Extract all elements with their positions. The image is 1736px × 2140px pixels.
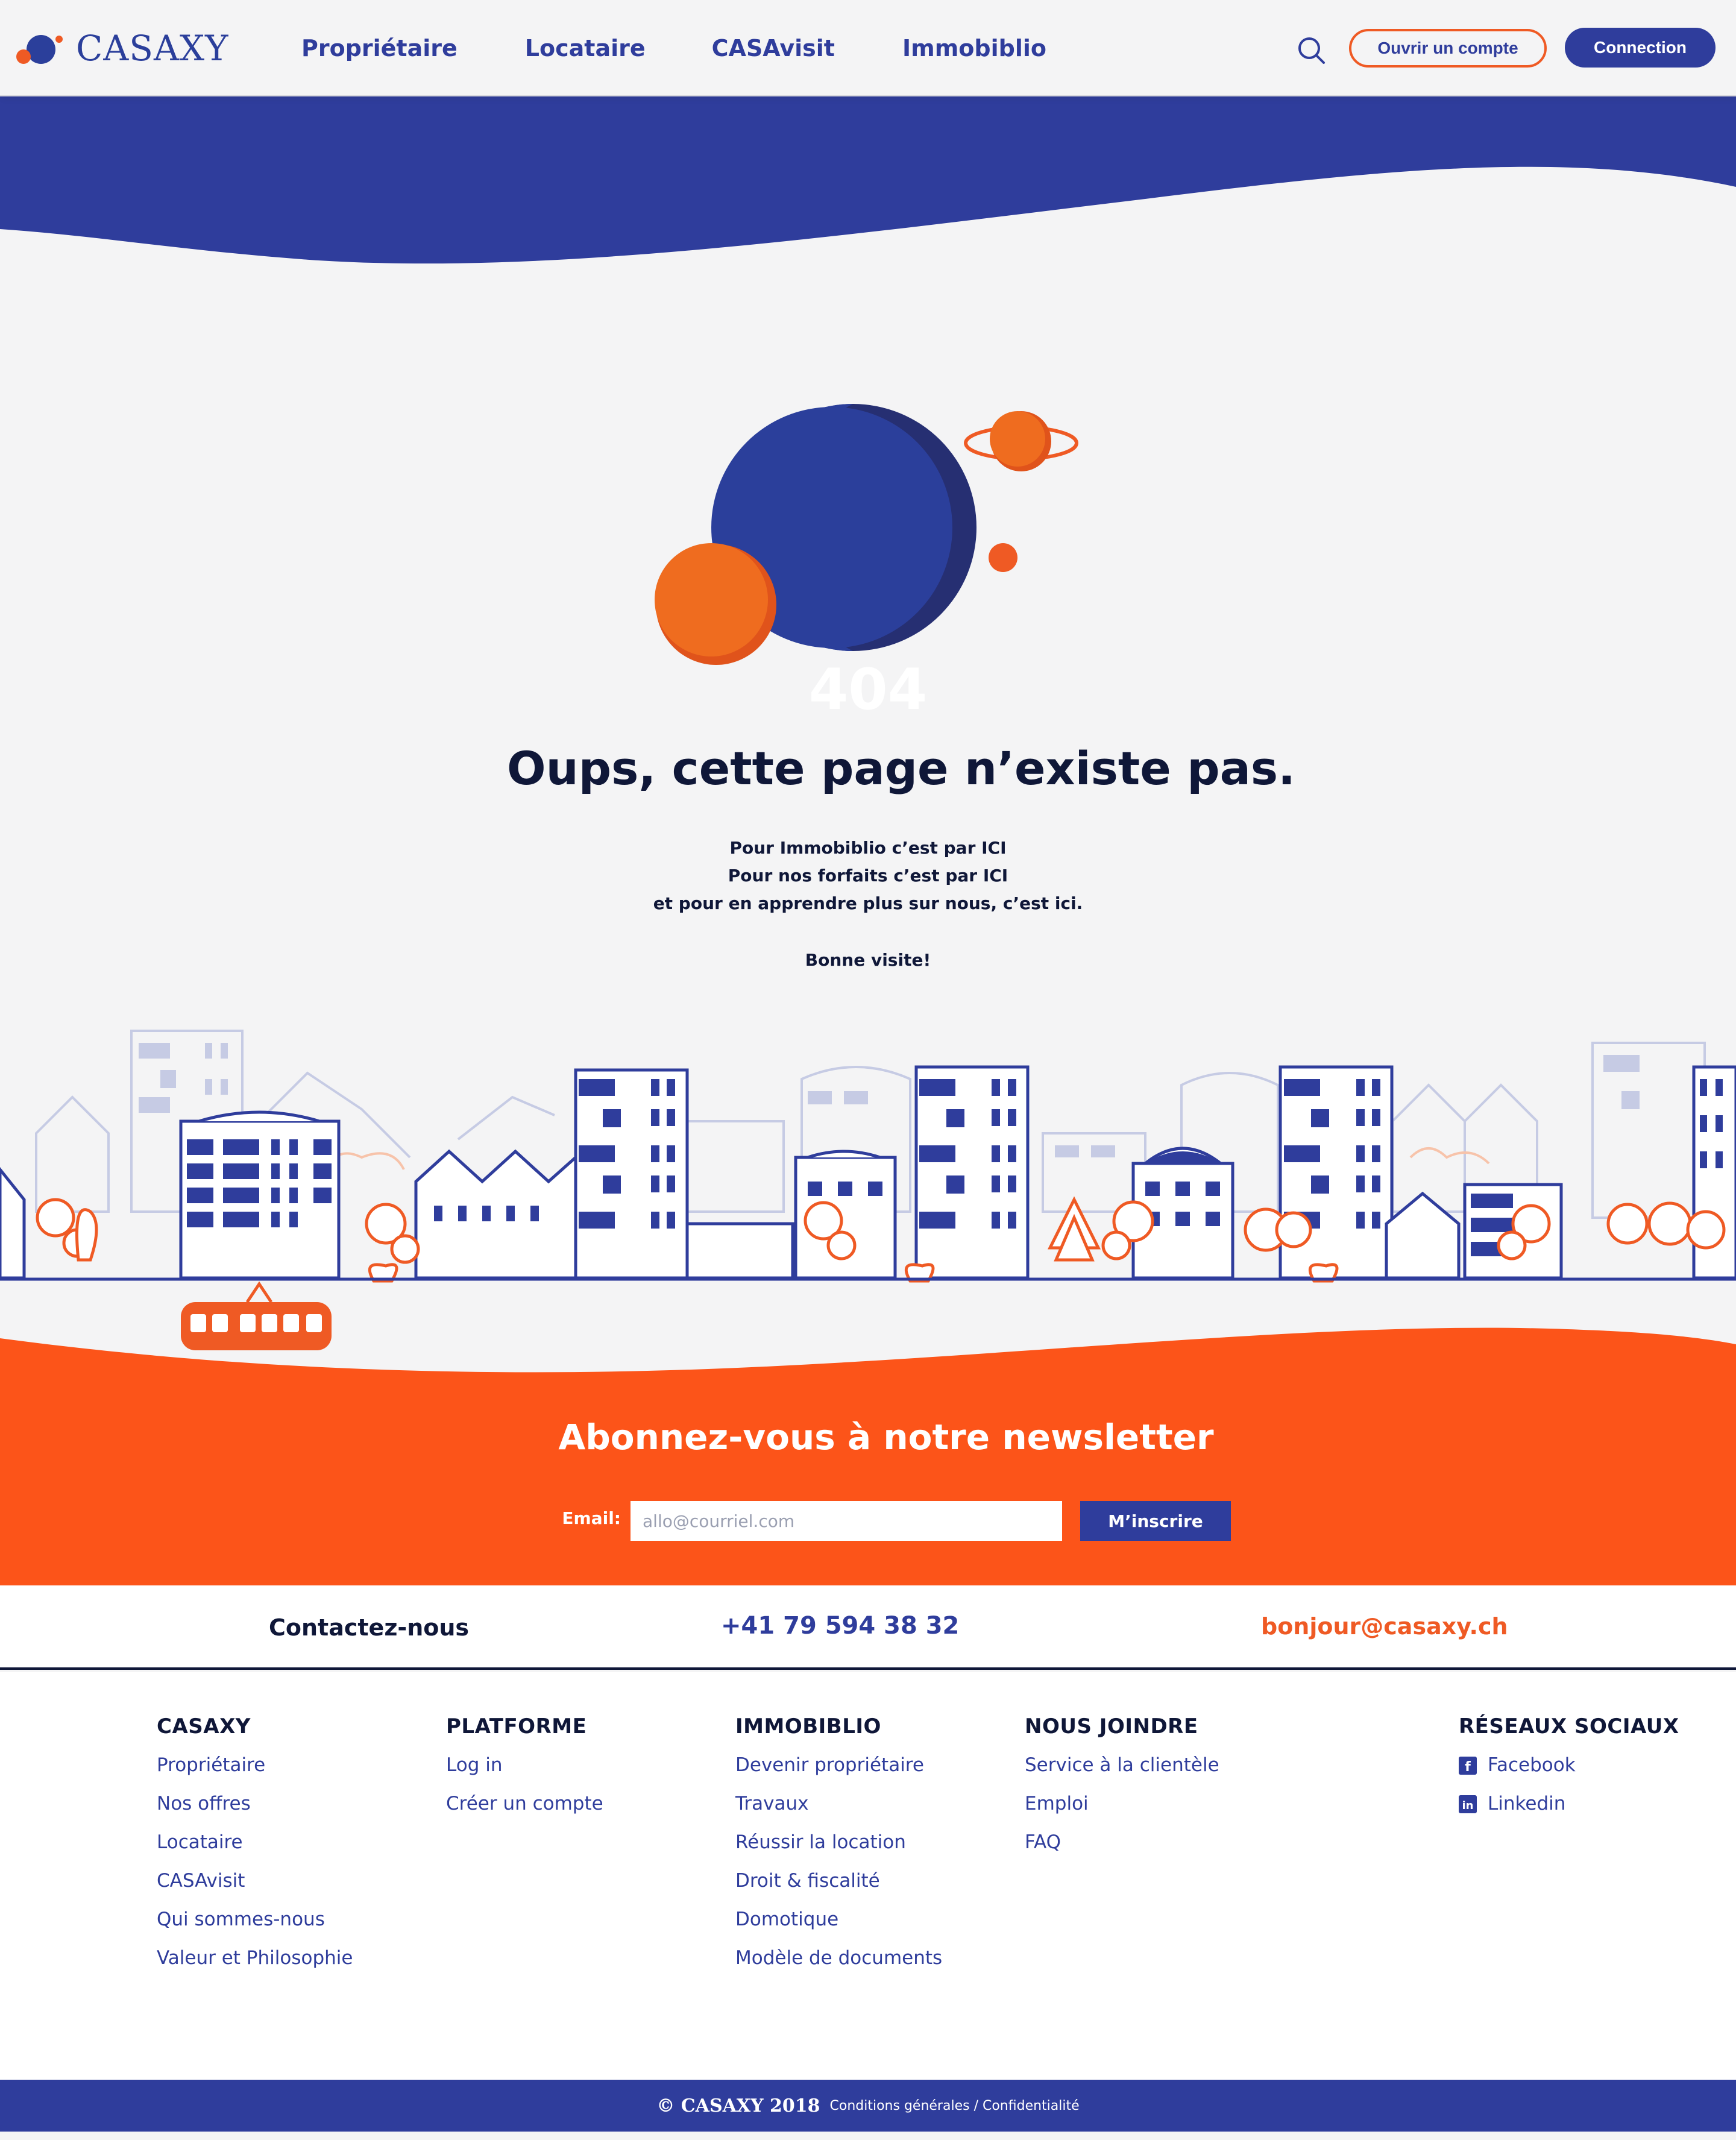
footer-col-title: NOUS JOINDRE [1025, 1714, 1198, 1739]
connection-button[interactable]: Connection [1565, 28, 1716, 68]
footer-link[interactable]: Travaux [735, 1792, 942, 1830]
nav-casavisit[interactable]: CASAvisit [712, 30, 835, 66]
footer-link[interactable]: Service à la clientèle [1025, 1753, 1219, 1792]
footer-col-title: PLATFORME [446, 1714, 587, 1739]
contact-label: Contactez-nous [269, 1614, 470, 1641]
footer-link[interactable]: Domotique [735, 1907, 942, 1946]
footer-col-title: CASAXY [157, 1714, 251, 1739]
linkedin-label: Linkedin [1488, 1793, 1566, 1814]
contact-email-link[interactable]: bonjour@casaxy.ch [1261, 1613, 1508, 1640]
signoff: Bonne visite! [805, 950, 931, 970]
facebook-icon: f [1459, 1757, 1477, 1775]
terms-link[interactable]: Conditions générales [830, 2098, 970, 2113]
nav-immobiblio[interactable]: Immobiblio [902, 30, 1046, 66]
footer-col-immobiblio: IMMOBIBLIO Devenir propriétaire Travaux … [735, 1714, 942, 1984]
error-line[interactable]: Pour nos forfaits c’est par ICI [482, 862, 1254, 890]
facebook-label: Facebook [1488, 1754, 1576, 1776]
error-message: Pour Immobiblio c’est par ICI Pour nos f… [482, 834, 1254, 917]
site-footer: CASAXY Propriétaire Nos offres Locataire… [0, 1672, 1736, 2080]
footer-link[interactable]: Qui sommes-nous [157, 1907, 353, 1946]
footer-col-title: RÉSEAUX SOCIAUX [1459, 1714, 1679, 1739]
footer-link[interactable]: Emploi [1025, 1792, 1219, 1830]
newsletter-email-input[interactable] [631, 1501, 1062, 1541]
footer-link[interactable]: Créer un compte [446, 1792, 603, 1830]
error-line[interactable]: Pour Immobiblio c’est par ICI [482, 834, 1254, 862]
site-header: CASAXY Propriétaire Locataire CASAvisit … [0, 0, 1736, 96]
footer-link[interactable]: FAQ [1025, 1830, 1219, 1869]
footer-link[interactable]: Devenir propriétaire [735, 1753, 942, 1792]
nav-proprietaire[interactable]: Propriétaire [301, 30, 458, 66]
legal-separator: / [969, 2098, 983, 2113]
logo[interactable]: CASAXY [14, 23, 228, 74]
search-icon [1298, 37, 1325, 64]
footer-link[interactable]: Droit & fiscalité [735, 1869, 942, 1907]
footer-link[interactable]: Valeur et Philosophie [157, 1946, 353, 1984]
privacy-link[interactable]: Confidentialité [983, 2098, 1080, 2113]
copyright-text: © CASAXY 2018 [656, 2095, 820, 2116]
linkedin-icon: in [1459, 1795, 1477, 1813]
nav-locataire[interactable]: Locataire [525, 30, 646, 66]
email-label: Email: [562, 1508, 621, 1528]
main-nav: Propriétaire Locataire CASAvisit Immobib… [301, 30, 1114, 66]
error-line[interactable]: et pour en apprendre plus sur nous, c’es… [482, 890, 1254, 917]
footer-col-nous-joindre: NOUS JOINDRE Service à la clientèle Empl… [1025, 1714, 1219, 1869]
contact-band: Contactez-nous +41 79 594 38 32 bonjour@… [0, 1585, 1736, 1670]
logo-planets-icon [16, 35, 63, 64]
search-button[interactable] [1295, 34, 1329, 68]
footer-link[interactable]: CASAvisit [157, 1869, 353, 1907]
footer-link[interactable]: Réussir la location [735, 1830, 942, 1869]
footer-link[interactable]: Propriétaire [157, 1753, 353, 1792]
newsletter-title: Abonnez-vous à notre newsletter [558, 1417, 1214, 1458]
city-skyline-illustration [0, 1030, 1736, 1350]
footer-link[interactable]: Modèle de documents [735, 1946, 942, 1984]
blue-wave-decoration [0, 96, 1736, 264]
footer-col-reseaux-sociaux: RÉSEAUX SOCIAUX f Facebook in Linkedin [1459, 1714, 1679, 1830]
planet-404-illustration [655, 404, 1078, 665]
subscribe-button[interactable]: M’inscrire [1080, 1501, 1231, 1541]
footer-col-platforme: PLATFORME Log in Créer un compte [446, 1714, 603, 1830]
contact-phone-link[interactable]: +41 79 594 38 32 [721, 1612, 959, 1640]
footer-link[interactable]: Nos offres [157, 1792, 353, 1830]
facebook-link[interactable]: f Facebook [1459, 1753, 1679, 1792]
footer-col-title: IMMOBIBLIO [735, 1714, 881, 1739]
legal-links: Conditions générales / Confidentialité [830, 2098, 1080, 2113]
error-heading: Oups, cette page n’existe pas. [507, 741, 1295, 795]
linkedin-link[interactable]: in Linkedin [1459, 1792, 1679, 1830]
copyright-bar: © CASAXY 2018 Conditions générales / Con… [0, 2080, 1736, 2132]
footer-link[interactable]: Log in [446, 1753, 603, 1792]
footer-link[interactable]: Locataire [157, 1830, 353, 1869]
open-account-button[interactable]: Ouvrir un compte [1349, 29, 1547, 68]
error-code: 404 [808, 657, 928, 723]
footer-col-casaxy: CASAXY Propriétaire Nos offres Locataire… [157, 1714, 353, 1984]
logo-text: CASAXY [76, 28, 229, 69]
